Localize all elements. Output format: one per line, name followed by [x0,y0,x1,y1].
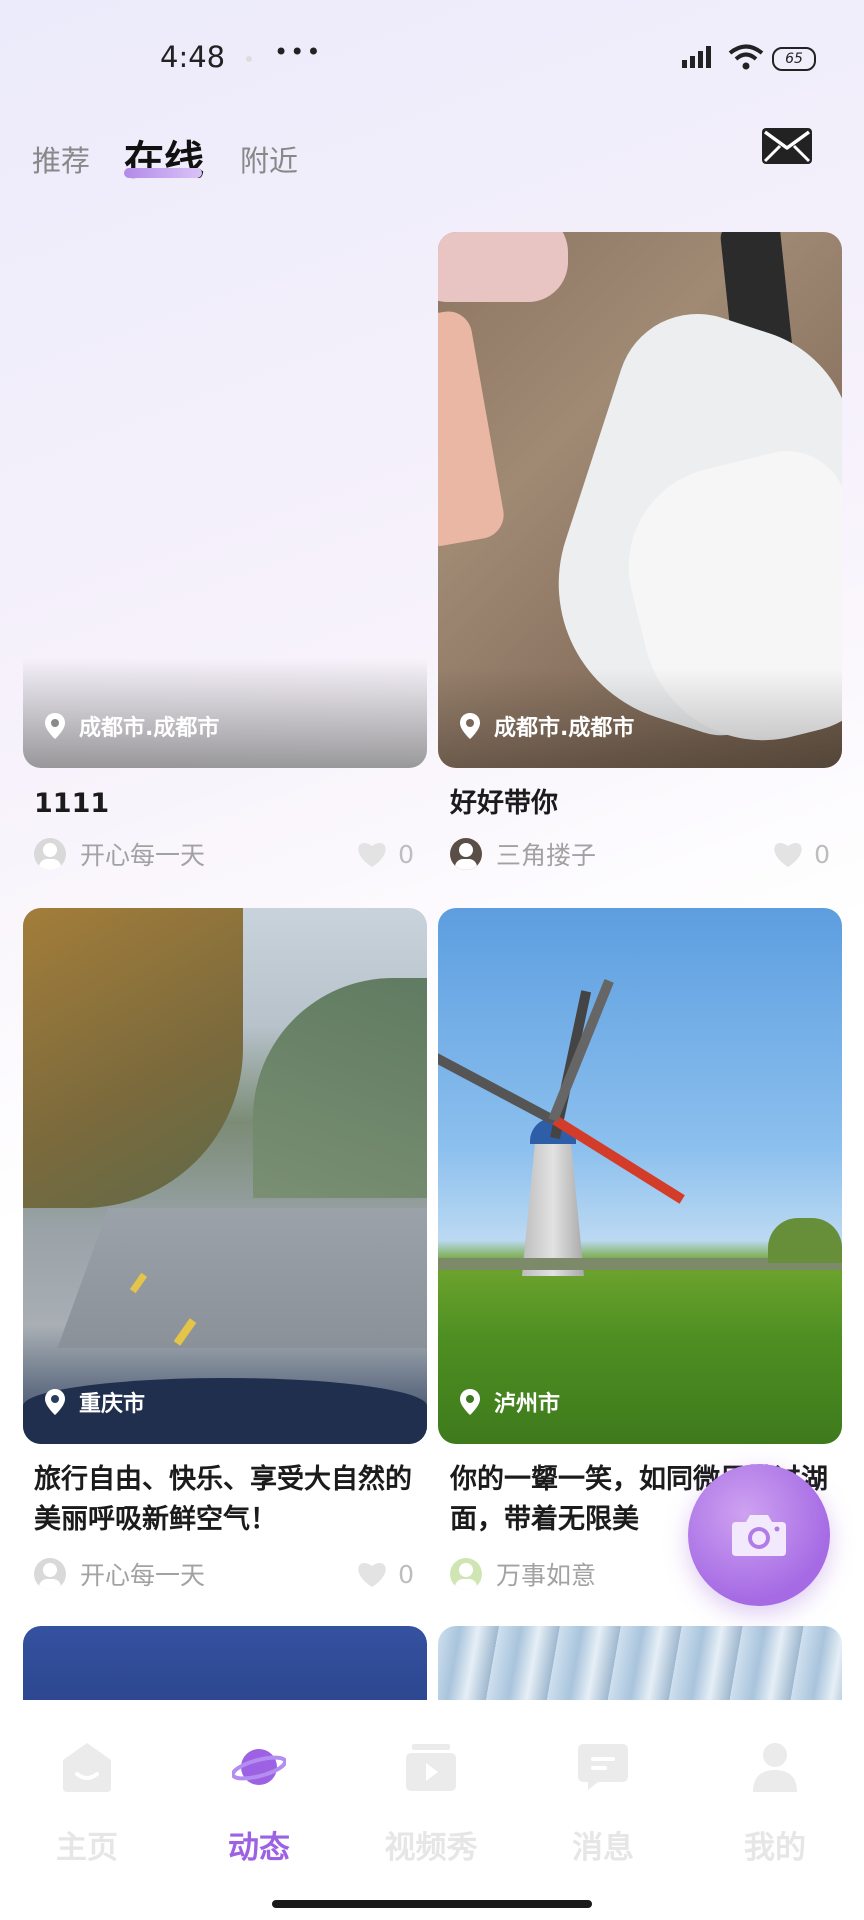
nav-item-home[interactable]: 主页 [17,1740,157,1867]
post-title[interactable]: 旅行自由、快乐、享受大自然的美丽呼吸新鲜空气！ [34,1460,414,1540]
profile-icon [753,1743,797,1792]
nav-label: 动态 [228,1830,290,1866]
nav-item-messages[interactable]: 消息 [533,1740,673,1867]
post-card-image[interactable] [438,1626,842,1700]
signal-icon [682,46,711,68]
nav-label: 我的 [744,1830,806,1866]
battery-indicator: 65 [772,47,816,71]
home-icon [63,1743,111,1792]
location-pin-icon [460,713,480,739]
post-meta: 开心每一天 0 [34,836,414,872]
location-pin-icon [45,713,65,739]
location-text: 成都市.成都市 [494,716,635,741]
post-card-image[interactable]: 成都市.成都市 [23,232,427,768]
planet-icon [230,1749,288,1785]
avatar[interactable] [34,838,66,870]
tab-recommend[interactable]: 推荐 [32,138,90,180]
location-tag: 成都市.成都市 [460,710,634,742]
location-text: 重庆市 [79,1392,146,1417]
post-meta: 三角搂子 0 [450,836,830,872]
location-text: 成都市.成都市 [79,716,220,741]
status-dot [246,56,252,62]
location-tag: 重庆市 [45,1386,145,1418]
like-count: 0 [398,1559,414,1589]
camera-button[interactable] [688,1464,830,1606]
nav-label: 消息 [572,1830,634,1866]
status-time: 4:48 [160,40,226,74]
post-card-image[interactable]: 重庆市 [23,908,427,1444]
post-meta: 开心每一天 0 [34,1556,414,1592]
home-indicator[interactable] [272,1900,592,1908]
mail-icon[interactable] [762,128,812,164]
status-more: ••• [274,38,323,66]
heart-icon[interactable] [772,840,804,868]
status-bar: 4:48 ••• 65 [0,0,864,120]
location-text: 泸州市 [494,1392,561,1417]
post-title[interactable]: 好好带你 [450,784,830,824]
nav-item-profile[interactable]: 我的 [705,1740,845,1867]
like-count: 0 [814,839,830,869]
location-tag: 成都市.成都市 [45,710,219,742]
nav-item-moments[interactable]: 动态 [189,1740,329,1867]
heart-icon[interactable] [356,840,388,868]
tab-underline [124,168,202,178]
tab-nearby[interactable]: 附近 [240,138,298,180]
video-icon [406,1744,456,1791]
post-card-image[interactable]: 泸州市 [438,908,842,1444]
author-name[interactable]: 三角搂子 [496,836,596,872]
location-pin-icon [45,1389,65,1415]
like-group[interactable]: 0 [356,840,414,869]
nav-item-video[interactable]: 视频秀 [361,1740,501,1867]
location-pin-icon [460,1389,480,1415]
wifi-icon [728,44,764,70]
nav-label: 主页 [56,1830,118,1866]
location-tag: 泸州市 [460,1386,560,1418]
post-card-image[interactable]: 成都市.成都市 [438,232,842,768]
like-count: 0 [398,839,414,869]
like-group[interactable]: 0 [356,1560,414,1589]
heart-icon[interactable] [356,1560,388,1588]
author-name[interactable]: 万事如意 [496,1556,596,1592]
bottom-nav: 主页 动态 视频秀 消息 我的 [0,1700,864,1920]
author-name[interactable]: 开心每一天 [80,1556,205,1592]
avatar[interactable] [450,838,482,870]
avatar[interactable] [34,1558,66,1590]
post-title[interactable]: 1111 [34,784,414,824]
post-card-image[interactable] [23,1626,427,1700]
message-icon [578,1744,628,1790]
avatar[interactable] [450,1558,482,1590]
like-group[interactable]: 0 [772,840,830,869]
author-name[interactable]: 开心每一天 [80,836,205,872]
camera-icon [732,1515,786,1556]
nav-label: 视频秀 [384,1830,478,1866]
